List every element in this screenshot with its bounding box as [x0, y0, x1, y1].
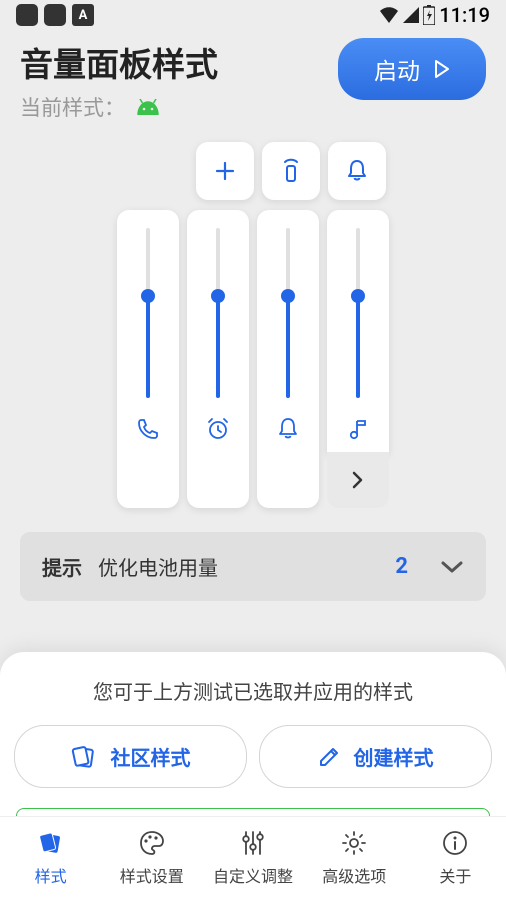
- status-right: 11:19: [379, 3, 490, 27]
- sliders-icon: [240, 829, 266, 857]
- page-subtitle: 当前样式：: [20, 92, 218, 122]
- nav-about[interactable]: 关于: [405, 817, 506, 898]
- tip-label: 提示: [42, 552, 82, 581]
- chevron-down-icon: [440, 560, 464, 574]
- current-style-label: 当前样式：: [20, 92, 125, 122]
- nav-label: 关于: [439, 863, 471, 887]
- sheet-hint: 您可于上方测试已选取并应用的样式: [14, 676, 492, 705]
- cast-button[interactable]: [262, 142, 320, 200]
- signal-icon: [403, 7, 419, 23]
- nav-label: 高级选项: [322, 863, 386, 887]
- nav-label: 样式设置: [120, 863, 184, 887]
- tip-card[interactable]: 提示 优化电池用量 2: [20, 532, 486, 601]
- ring-button[interactable]: [328, 142, 386, 200]
- clock: 11:19: [439, 3, 490, 27]
- wifi-icon: [379, 7, 399, 23]
- tip-count: 2: [395, 554, 408, 579]
- cards-icon: [71, 745, 97, 769]
- alarm-icon: [206, 418, 230, 440]
- create-label: 创建样式: [354, 742, 434, 771]
- volume-slider-ring[interactable]: [257, 210, 319, 508]
- nav-custom[interactable]: 自定义调整: [202, 817, 303, 898]
- nav-style-settings[interactable]: 样式设置: [101, 817, 202, 898]
- header: 音量面板样式 当前样式： 启动: [0, 30, 506, 122]
- volume-slider-alarm[interactable]: [187, 210, 249, 508]
- nav-label: 样式: [35, 863, 67, 887]
- launch-label: 启动: [374, 52, 420, 86]
- status-bar: A 11:19: [0, 0, 506, 30]
- phone-icon: [137, 418, 159, 440]
- android-icon: [135, 99, 161, 115]
- volume-panel-preview: [0, 142, 506, 508]
- partial-green-button[interactable]: [16, 808, 490, 816]
- bell-icon: [277, 418, 299, 440]
- app-indicator-a-icon: A: [72, 4, 94, 26]
- volume-slider-media[interactable]: [327, 210, 389, 454]
- nav-style[interactable]: 样式: [0, 817, 101, 898]
- cards-icon: [37, 830, 65, 856]
- expand-button[interactable]: [327, 452, 389, 508]
- bottom-nav: 样式 样式设置 自定义调整 高级选项 关于: [0, 816, 506, 898]
- create-style-button[interactable]: 创建样式: [259, 725, 492, 788]
- chevron-right-icon: [352, 471, 364, 489]
- plus-icon: [214, 160, 236, 182]
- launch-button[interactable]: 启动: [338, 38, 486, 100]
- info-icon: [442, 830, 468, 856]
- gear-icon: [340, 829, 368, 857]
- play-icon: [434, 60, 450, 78]
- nav-advanced[interactable]: 高级选项: [304, 817, 405, 898]
- page-title: 音量面板样式: [20, 38, 218, 86]
- community-label: 社区样式: [111, 742, 191, 771]
- bottom-sheet: 您可于上方测试已选取并应用的样式 社区样式 创建样式: [0, 652, 506, 816]
- tip-text: 优化电池用量: [98, 552, 379, 581]
- nav-label: 自定义调整: [213, 863, 293, 887]
- app-indicator-icon: [44, 4, 66, 26]
- status-left: A: [16, 4, 94, 26]
- cast-icon: [280, 158, 302, 184]
- app-indicator-icon: [16, 4, 38, 26]
- bell-icon: [346, 159, 368, 183]
- music-icon: [349, 418, 367, 440]
- add-button[interactable]: [196, 142, 254, 200]
- community-styles-button[interactable]: 社区样式: [14, 725, 247, 788]
- palette-icon: [138, 829, 166, 857]
- volume-slider-call[interactable]: [117, 210, 179, 508]
- pencil-icon: [318, 746, 340, 768]
- battery-icon: [423, 5, 435, 25]
